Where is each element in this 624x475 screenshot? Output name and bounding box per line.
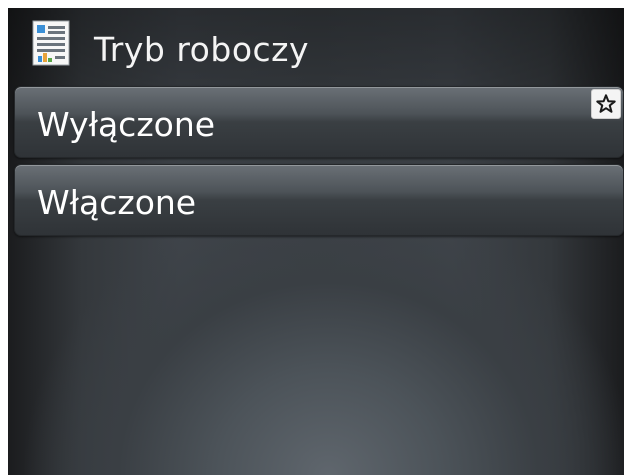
page-title: Tryb roboczy bbox=[94, 30, 310, 69]
menu-item-label: Włączone bbox=[37, 183, 197, 222]
screen-header: Tryb roboczy bbox=[8, 8, 624, 84]
device-screen: Tryb roboczy Wyłączone Włączone bbox=[8, 8, 624, 475]
menu-item-on[interactable]: Włączone bbox=[14, 164, 624, 236]
menu-item-label: Wyłączone bbox=[37, 105, 216, 144]
report-document-icon bbox=[32, 20, 70, 66]
menu-item-off[interactable]: Wyłączone bbox=[14, 86, 624, 158]
star-icon[interactable] bbox=[591, 89, 621, 119]
